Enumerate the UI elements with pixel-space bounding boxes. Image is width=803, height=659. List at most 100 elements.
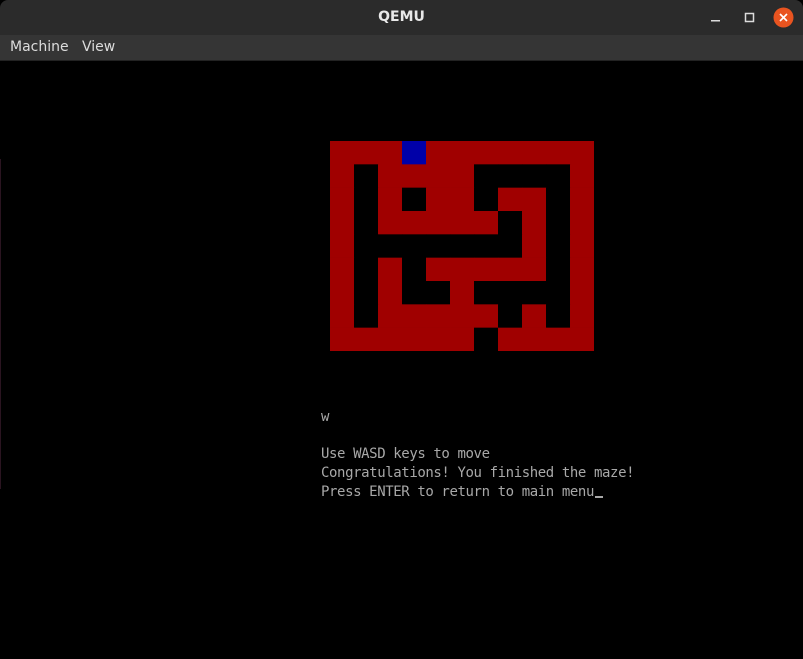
maze-wall-cell — [330, 304, 355, 328]
maze-wall-cell — [402, 327, 427, 351]
maze-path-cell — [546, 164, 571, 188]
close-icon[interactable] — [773, 7, 794, 28]
maze-path-cell — [474, 164, 499, 188]
maze-path-cell — [546, 304, 571, 328]
return-prompt-text: Press ENTER to return to main menu — [321, 484, 594, 500]
maze-wall-cell — [330, 141, 355, 165]
maze-wall-cell — [330, 211, 355, 235]
display-edge-artifact — [0, 159, 1, 489]
maze-wall-cell — [330, 257, 355, 282]
text-cursor — [594, 496, 603, 498]
maze-wall-cell — [354, 327, 379, 351]
maze-path-cell — [474, 281, 499, 305]
maze-wall-cell — [330, 187, 355, 212]
maze-path-cell — [474, 187, 499, 212]
maze-path-cell — [522, 281, 547, 305]
maze-path-cell — [354, 211, 379, 235]
maze-path-cell — [498, 234, 523, 258]
maze-wall-cell — [570, 304, 594, 328]
maze-path-cell — [378, 234, 403, 258]
maze-wall-cell — [474, 257, 499, 282]
maze-path-cell — [546, 234, 571, 258]
maze-wall-cell — [450, 257, 475, 282]
maze-wall-cell — [378, 187, 403, 212]
maze-wall-cell — [522, 234, 547, 258]
maze-path-cell — [546, 257, 571, 282]
maze-path-cell — [474, 234, 499, 258]
maze-wall-cell — [426, 164, 451, 188]
maze-wall-cell — [522, 141, 547, 165]
maze-wall-cell — [378, 327, 403, 351]
menu-machine[interactable]: Machine — [10, 35, 69, 60]
maze-wall-cell — [522, 257, 547, 282]
success-message: Congratulations! You finished the maze! — [321, 465, 635, 481]
maze-wall-cell — [570, 257, 594, 282]
window-title: QEMU — [378, 9, 425, 25]
player-marker — [402, 141, 427, 165]
maze-path-cell — [522, 164, 547, 188]
maze-path-cell — [498, 211, 523, 235]
maze-wall-cell — [570, 187, 594, 212]
maze-path-cell — [426, 281, 451, 305]
maze-wall-cell — [426, 211, 451, 235]
maze-wall-cell — [498, 327, 523, 351]
maze-wall-cell — [378, 211, 403, 235]
maze-path-cell — [498, 304, 523, 328]
menu-view[interactable]: View — [82, 35, 115, 60]
maze-path-cell — [546, 211, 571, 235]
maze-wall-cell — [522, 187, 547, 212]
maze-wall-cell — [426, 141, 451, 165]
maze-wall-cell — [450, 211, 475, 235]
maze-path-cell — [402, 281, 427, 305]
instruction-text: Use WASD keys to move — [321, 446, 490, 462]
maze-wall-cell — [426, 304, 451, 328]
qemu-window: QEMU Machine View w Use WASD keys to mov… — [0, 0, 803, 659]
maze-wall-cell — [522, 304, 547, 328]
maze-path-cell — [354, 257, 379, 282]
maze-wall-cell — [330, 164, 355, 188]
maze-wall-cell — [402, 164, 427, 188]
maze-wall-cell — [450, 281, 475, 305]
maze-wall-cell — [450, 141, 475, 165]
maze-wall-cell — [378, 304, 403, 328]
maze-path-cell — [354, 304, 379, 328]
maze-wall-cell — [402, 304, 427, 328]
minimize-icon[interactable] — [707, 9, 724, 26]
maze-wall-cell — [450, 164, 475, 188]
maximize-icon[interactable] — [741, 9, 758, 26]
vm-display[interactable]: w Use WASD keys to move Congratulations!… — [0, 61, 803, 659]
maze-wall-cell — [354, 141, 379, 165]
maze-path-cell — [354, 234, 379, 258]
maze-wall-cell — [570, 281, 594, 305]
maze-wall-cell — [330, 327, 355, 351]
maze-wall-cell — [498, 257, 523, 282]
maze-wall-cell — [378, 281, 403, 305]
maze-wall-cell — [474, 211, 499, 235]
maze-wall-cell — [426, 187, 451, 212]
maze-wall-cell — [402, 211, 427, 235]
maze-wall-cell — [570, 234, 594, 258]
maze-wall-cell — [474, 304, 499, 328]
maze-path-cell — [498, 164, 523, 188]
maze-path-cell — [402, 257, 427, 282]
maze-path-cell — [546, 187, 571, 212]
maze-path-cell — [354, 164, 379, 188]
maze-wall-cell — [570, 141, 594, 165]
maze-path-cell — [450, 234, 475, 258]
maze-wall-cell — [450, 187, 475, 212]
maze-wall-cell — [522, 211, 547, 235]
maze-wall-cell — [330, 234, 355, 258]
maze-path-cell — [402, 187, 427, 212]
maze-path-cell — [498, 281, 523, 305]
maze-wall-cell — [522, 327, 547, 351]
maze-wall-cell — [378, 257, 403, 282]
maze-grid — [330, 141, 594, 351]
title-bar[interactable]: QEMU — [0, 0, 803, 35]
maze-wall-cell — [570, 211, 594, 235]
maze-path-cell — [402, 234, 427, 258]
return-prompt: Press ENTER to return to main menu — [321, 483, 603, 502]
maze-path-cell — [546, 281, 571, 305]
maze-wall-cell — [378, 141, 403, 165]
maze-wall-cell — [498, 187, 523, 212]
maze-wall-cell — [426, 257, 451, 282]
